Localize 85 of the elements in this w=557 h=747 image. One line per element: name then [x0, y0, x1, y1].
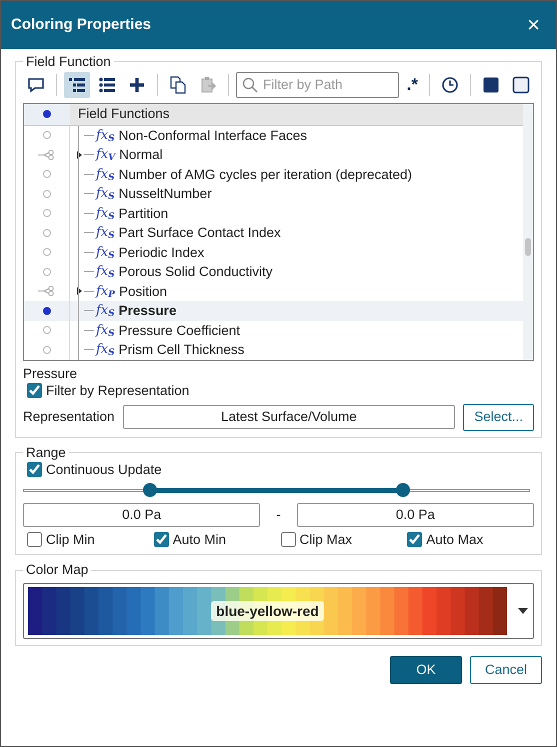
tree-item-label: Normal: [119, 146, 163, 164]
checkbox[interactable]: [407, 532, 422, 547]
type-symbol: fx$_{S}$: [96, 264, 115, 280]
selection-label: Pressure: [23, 364, 78, 382]
tree-row[interactable]: fx$_{V}$ Normal: [24, 145, 523, 165]
checkbox-label: Clip Max: [300, 530, 352, 548]
scrollbar-thumb[interactable]: [525, 238, 531, 256]
type-symbol: fx$_{S}$: [96, 206, 115, 222]
type-symbol: fx$_{S}$: [96, 166, 115, 182]
max-field[interactable]: 0.0 Pa: [296, 502, 534, 527]
checkbox-label: Continuous Update: [46, 461, 162, 479]
checkbox[interactable]: [27, 462, 42, 478]
checkbox-label: Filter by Representation: [46, 382, 190, 400]
clock-icon: [441, 76, 459, 94]
panel-title: Field Function: [25, 53, 112, 71]
tree-item-label: Part Surface Contact Index: [118, 224, 281, 242]
tree-item-label: Number of AMG cycles per iteration (deprecated): [118, 166, 412, 184]
representation-field[interactable]: Latest Surface/Volume: [122, 405, 456, 430]
checkbox-label: Auto Min: [172, 530, 226, 548]
search-icon: [242, 76, 258, 93]
column-header: Field Functions: [77, 105, 170, 124]
expand-arrow-icon: [74, 150, 84, 160]
slider-handle[interactable]: [396, 482, 410, 497]
copy-icon: [169, 76, 187, 94]
tree-row[interactable]: fx$_{S}$ Partition: [24, 204, 523, 224]
type-symbol: fx$_{S}$: [96, 342, 115, 358]
type-symbol: fx$_{S}$: [96, 303, 115, 319]
tree-row[interactable]: fx$_{S}$ Number of AMG cycles per iteration (deprecated): [24, 164, 523, 184]
cancel-button[interactable]: Cancel: [470, 656, 542, 684]
window-title: Coloring Properties: [11, 15, 152, 35]
range-separator: -: [275, 506, 282, 524]
filter-field[interactable]: Filter by Path: [236, 72, 399, 98]
close-button[interactable]: ×: [525, 14, 542, 36]
tree-row[interactable]: fx$_{S}$ Prism Cell Thickness: [24, 340, 523, 360]
plus-icon: [128, 76, 146, 94]
checkbox[interactable]: [280, 532, 296, 547]
paste-icon: [199, 76, 217, 94]
type-symbol: fx$_{V}$: [96, 147, 116, 163]
color-map-name: blue-yellow-red: [211, 600, 324, 621]
checkbox[interactable]: [154, 532, 169, 547]
panel-title: Range: [25, 444, 67, 462]
tree-row[interactable]: fx$_{S}$ Pressure Coefficient: [24, 320, 523, 340]
tree-row[interactable]: fx$_{S}$ NusseltNumber: [24, 184, 523, 204]
empty-square-icon: [512, 76, 530, 94]
checkbox[interactable]: [27, 383, 42, 398]
tree-item-label: NusseltNumber: [118, 185, 212, 203]
tree-item-label: Position: [118, 282, 167, 300]
tree-item-label: Prism Cell Thickness: [118, 341, 244, 359]
vector-node-icon: [38, 286, 56, 296]
tree-row[interactable]: fx$_{S}$ Non-Conformal Interface Faces: [24, 126, 523, 146]
tree-list-button[interactable]: [64, 72, 90, 98]
list-icon: [98, 76, 116, 94]
type-symbol: fx$_{S}$: [96, 244, 115, 260]
tree-item-label: Pressure Coefficient: [118, 322, 240, 340]
select-button[interactable]: Select...: [463, 404, 534, 431]
tree-item-label: Partition: [118, 204, 168, 222]
tree-item-label: Pressure: [118, 302, 176, 320]
type-symbol: fx$_{S}$: [96, 322, 115, 338]
type-symbol: fx$_{S}$: [96, 225, 115, 241]
checkbox[interactable]: [27, 532, 42, 547]
ok-button[interactable]: OK: [390, 656, 462, 684]
comment-icon: [27, 76, 45, 94]
tree-item-label: Periodic Index: [118, 244, 204, 262]
type-symbol: fx$_{P}$: [96, 284, 115, 300]
tree-item-label: Porous Solid Conductivity: [118, 263, 272, 281]
tree-row[interactable]: fx$_{S}$ Part Surface Contact Index: [24, 223, 523, 243]
tree-row[interactable]: fx$_{S}$ Pressure: [24, 301, 523, 321]
field-label: Representation: [23, 408, 115, 426]
filled-square-icon: [482, 76, 500, 94]
regex-button[interactable]: .*: [402, 72, 422, 98]
checkbox-label: Clip Min: [46, 530, 95, 548]
tree-row[interactable]: fx$_{S}$ Periodic Index: [24, 242, 523, 262]
tree-item-label: Non-Conformal Interface Faces: [118, 126, 307, 144]
tree-list-icon: [68, 76, 86, 94]
expand-arrow-icon: [74, 286, 84, 296]
panel-title: Color Map: [25, 561, 90, 579]
dropdown-caret-icon: [517, 606, 529, 615]
color-map-dropdown[interactable]: blue-yellow-red: [23, 582, 534, 639]
checkbox-label: Auto Max: [426, 530, 484, 548]
type-symbol: fx$_{S}$: [96, 186, 115, 202]
slider-handle[interactable]: [142, 482, 157, 497]
type-symbol: fx$_{S}$: [96, 128, 115, 144]
tree-row[interactable]: fx$_{S}$ Porous Solid Conductivity: [24, 262, 523, 282]
min-field[interactable]: 0.0 Pa: [23, 502, 260, 527]
vector-node-icon: [38, 150, 56, 160]
